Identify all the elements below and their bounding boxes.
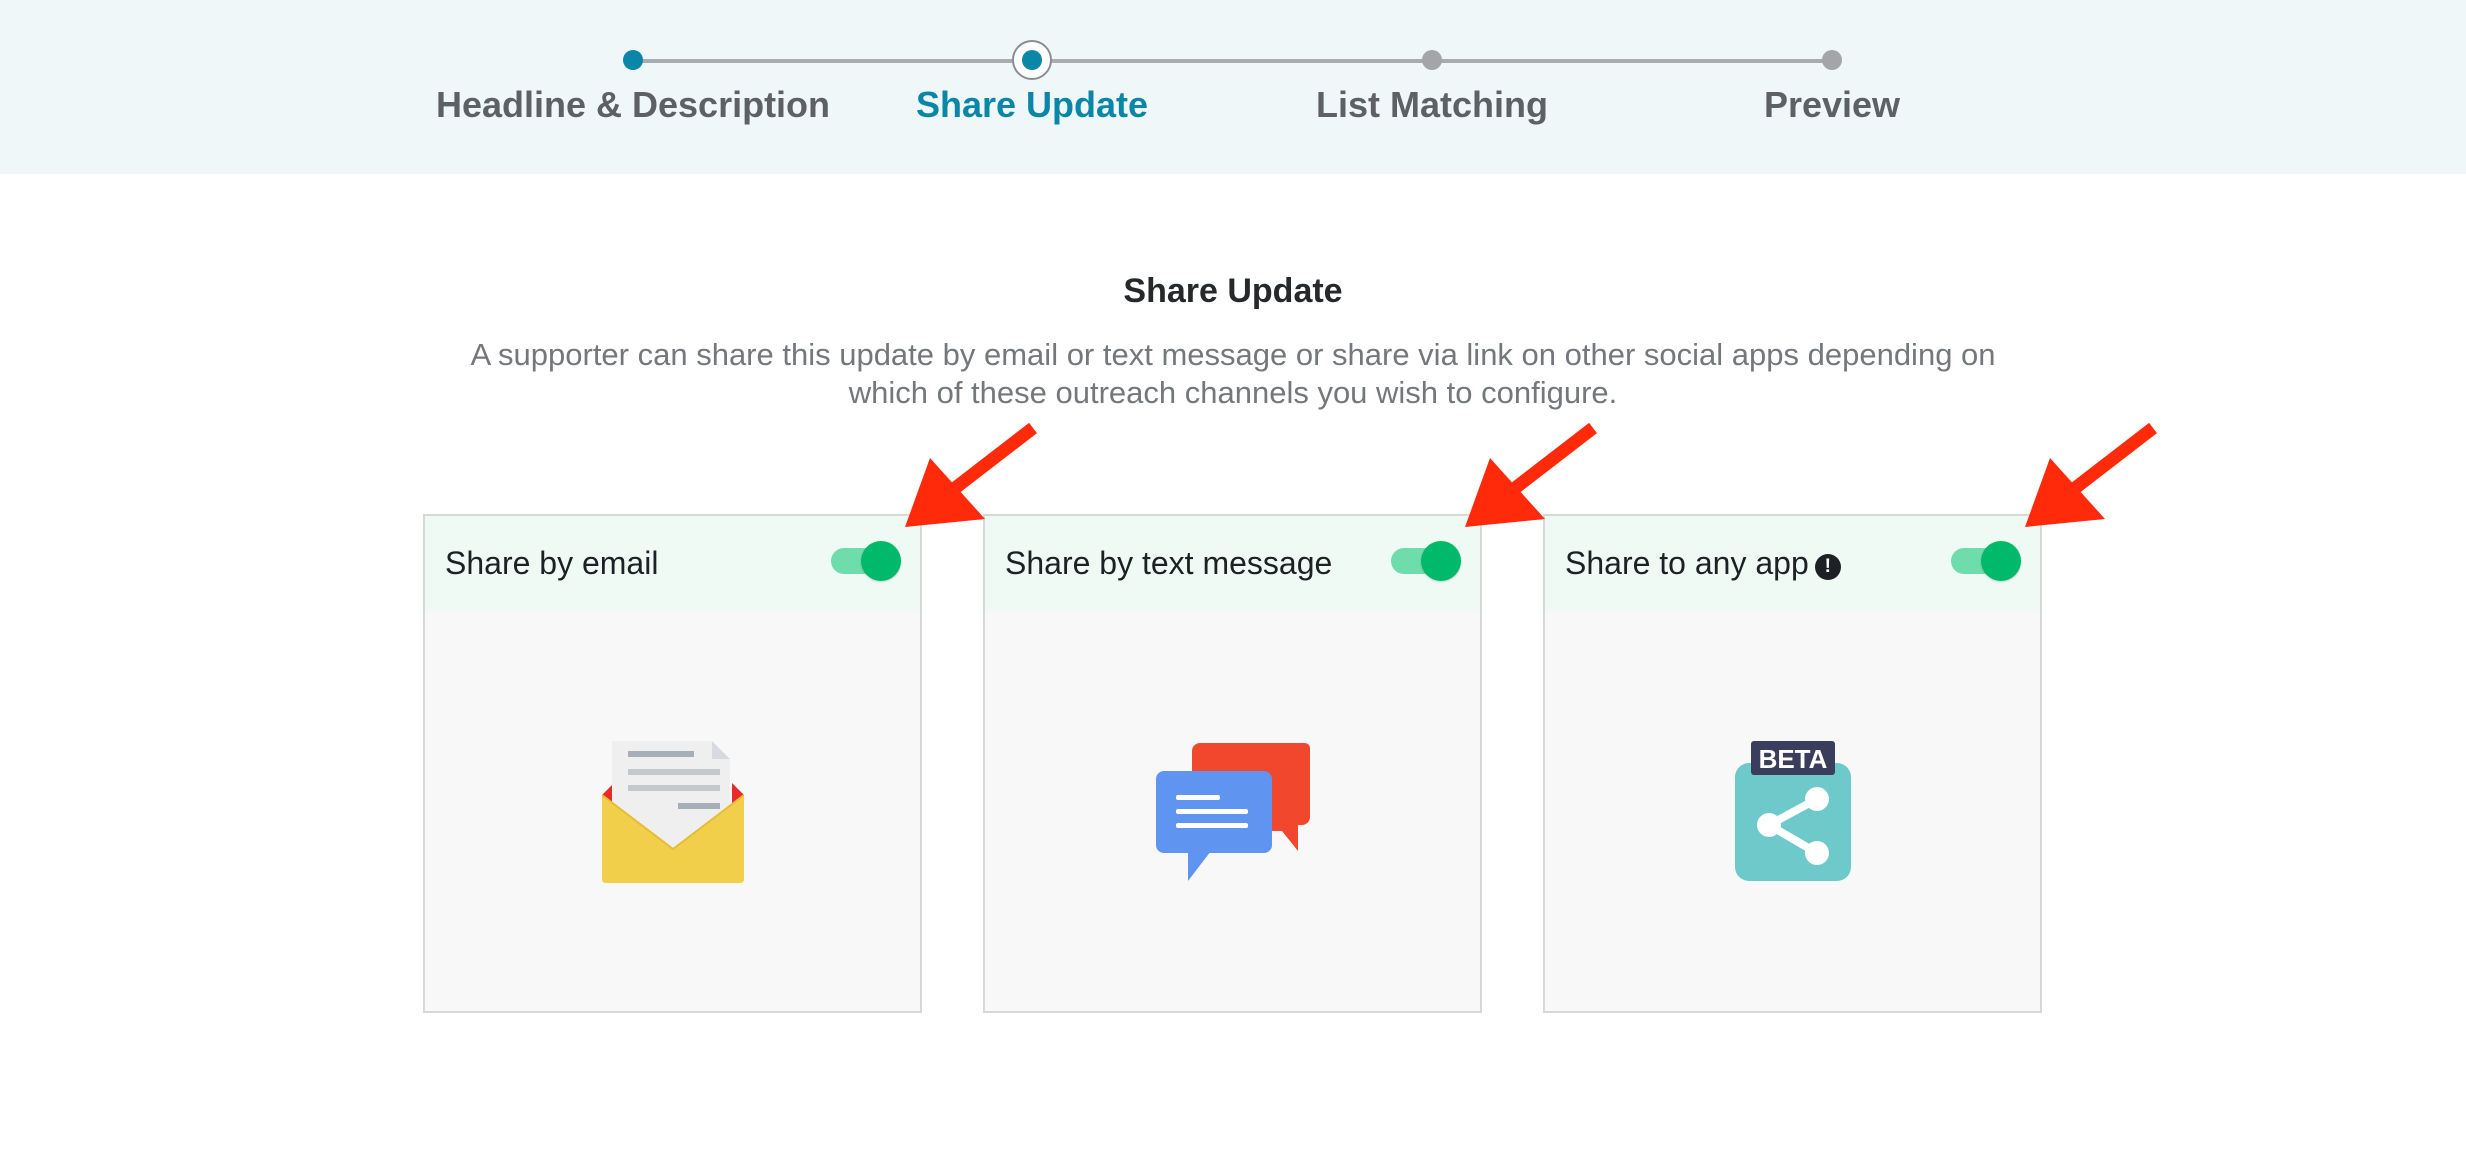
share-email-toggle[interactable] <box>831 541 901 581</box>
share-app-toggle[interactable] <box>1951 541 2021 581</box>
card-header: Share to any app! <box>1545 516 2040 611</box>
card-title: Share by text message <box>1005 545 1333 581</box>
page-description: A supporter can share this update by ema… <box>470 337 1996 410</box>
step-dot-preview[interactable] <box>1822 50 1842 70</box>
toggle-knob <box>1981 541 2021 581</box>
red-arrow-icon <box>2025 422 2157 527</box>
card-header: Share by email <box>425 516 920 611</box>
share-text-toggle[interactable] <box>1391 541 1461 581</box>
card-illustration <box>425 611 920 1013</box>
envelope-icon <box>601 741 744 883</box>
toggle-knob <box>861 541 901 581</box>
chat-bubbles-icon <box>1155 743 1310 881</box>
step-dot-share-update[interactable] <box>1012 40 1052 80</box>
red-arrow-icon <box>905 422 1037 527</box>
card-illustration: BETA <box>1545 611 2040 1013</box>
step-dot-list-matching[interactable] <box>1422 50 1442 70</box>
page-title: Share Update <box>1123 272 1343 310</box>
card-illustration <box>985 611 1480 1013</box>
step-dot-headline[interactable] <box>623 50 643 70</box>
share-icon: BETA <box>1734 741 1851 881</box>
share-email-card: Share by email <box>423 514 922 1013</box>
red-arrow-icon <box>1465 422 1597 527</box>
card-title-text: Share to any app <box>1565 545 1809 581</box>
step-label-headline[interactable]: Headline & Description <box>413 84 853 126</box>
step-label-share-update[interactable]: Share Update <box>812 84 1252 126</box>
toggle-knob <box>1421 541 1461 581</box>
card-title: Share to any app! <box>1565 545 1841 582</box>
stepper-connector <box>633 59 1833 63</box>
info-icon[interactable]: ! <box>1814 554 1841 580</box>
share-text-card: Share by text message <box>983 514 1482 1013</box>
progress-stepper: Headline & Description Share Update List… <box>0 0 2466 174</box>
step-label-list-matching[interactable]: List Matching <box>1212 84 1652 126</box>
beta-badge: BETA <box>1758 744 1827 774</box>
step-label-preview[interactable]: Preview <box>1612 84 2052 126</box>
card-title: Share by email <box>445 545 659 581</box>
card-header: Share by text message <box>985 516 1480 611</box>
share-app-card: Share to any app! BETA <box>1543 514 2042 1013</box>
